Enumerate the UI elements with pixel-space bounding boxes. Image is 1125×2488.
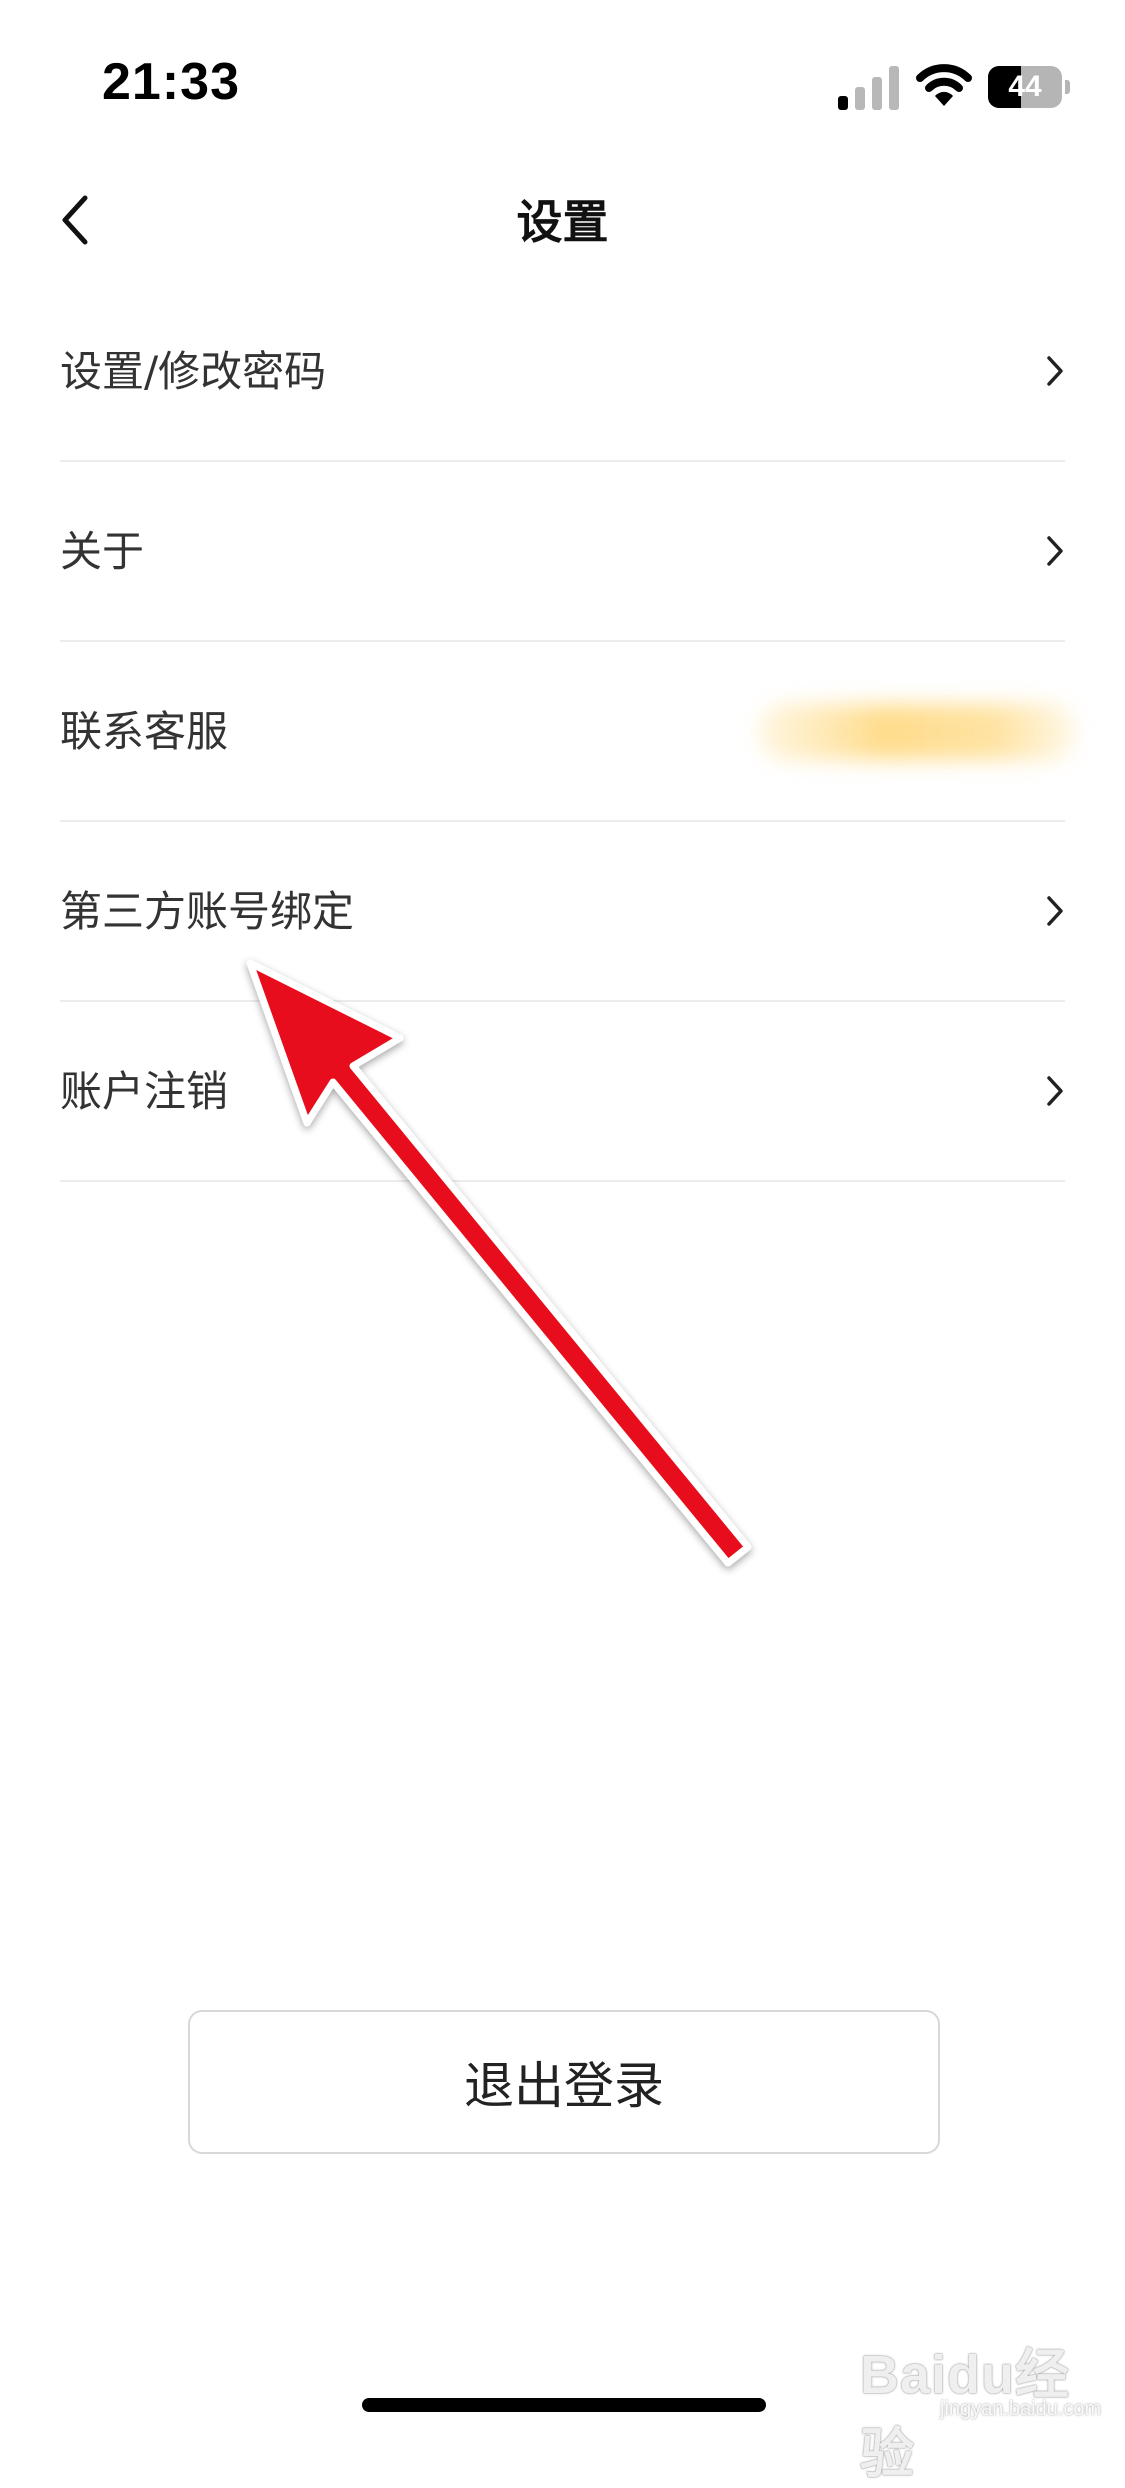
settings-item-label: 第三方账号绑定: [60, 887, 355, 936]
settings-list: 设置/修改密码 关于 联系客服 第三方账号绑定 账户注销: [60, 282, 1077, 1182]
blurred-value: [757, 704, 1077, 760]
settings-item-label: 账户注销: [60, 1067, 229, 1116]
battery-icon: 44: [988, 66, 1070, 108]
home-indicator: [362, 2398, 766, 2412]
settings-item-change-password[interactable]: 设置/修改密码: [60, 282, 1065, 462]
settings-item-third-party-binding[interactable]: 第三方账号绑定: [60, 822, 1065, 1002]
battery-body: 44: [988, 66, 1062, 108]
chevron-right-icon: [1047, 356, 1063, 386]
chevron-right-icon: [1047, 896, 1063, 926]
settings-item-about[interactable]: 关于: [60, 462, 1065, 642]
chevron-right-icon: [1047, 536, 1063, 566]
battery-level: 44: [1008, 70, 1042, 103]
settings-item-delete-account[interactable]: 账户注销: [60, 1002, 1065, 1182]
chevron-right-icon: [1047, 1076, 1063, 1106]
settings-item-label: 联系客服: [60, 707, 229, 756]
cellular-signal-icon: [838, 66, 899, 110]
settings-item-label: 设置/修改密码: [60, 347, 327, 396]
battery-tip: [1065, 80, 1070, 94]
page-title: 设置: [516, 195, 609, 249]
settings-item-contact-support[interactable]: 联系客服: [60, 642, 1077, 822]
status-time: 21:33: [102, 53, 240, 111]
logout-button[interactable]: 退出登录: [188, 2010, 940, 2154]
wifi-icon: [916, 64, 972, 106]
settings-item-label: 关于: [60, 527, 145, 576]
watermark-url: jingyan.baidu.com: [940, 2398, 1102, 2420]
nav-bar: 设置: [0, 160, 1125, 280]
status-bar: 21:33 44: [0, 0, 1125, 180]
baidu-watermark: Baidu经验 jingyan.baidu.com: [860, 2330, 1102, 2484]
